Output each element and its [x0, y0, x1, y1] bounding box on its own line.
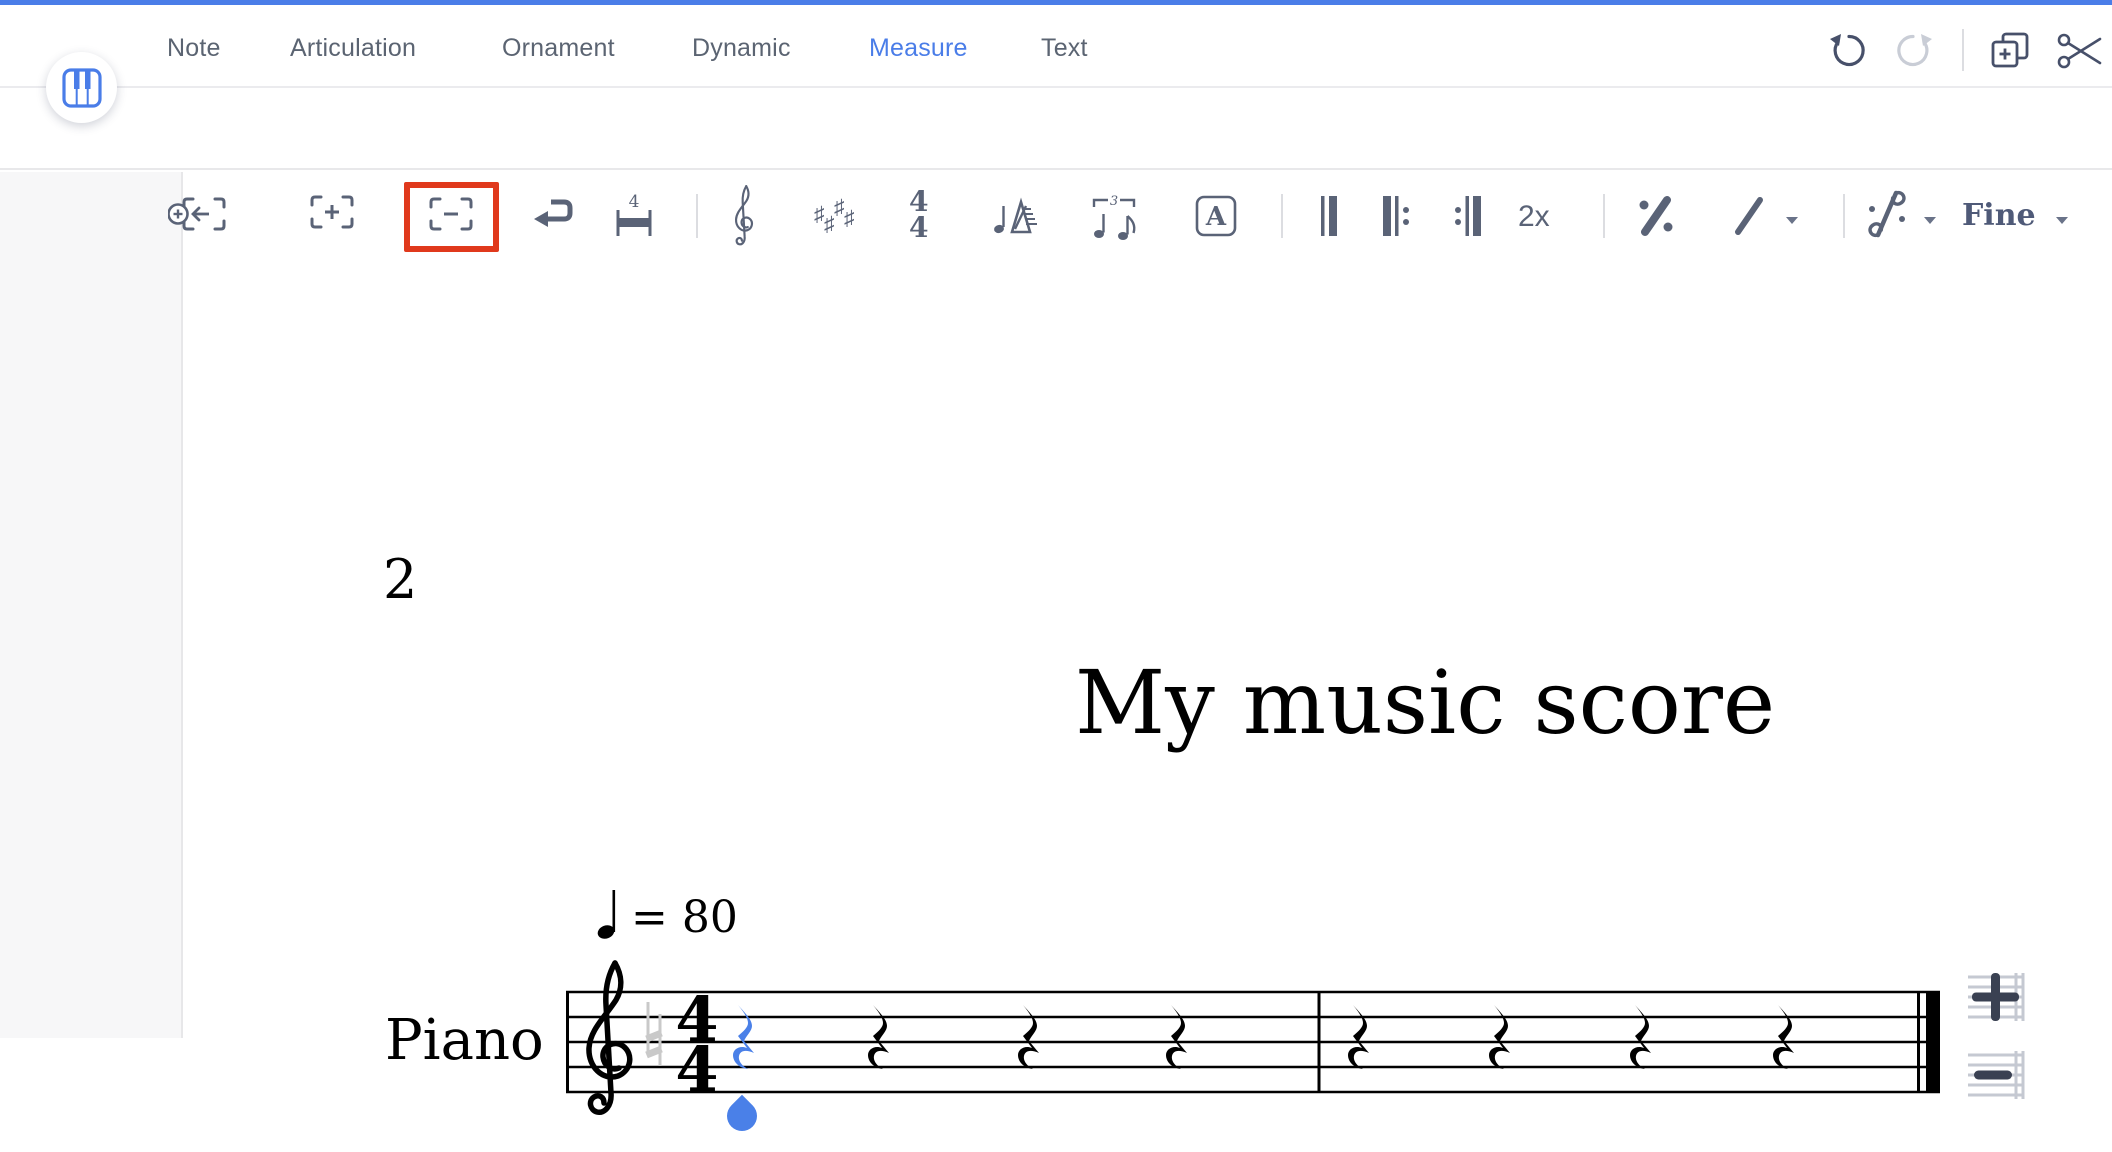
- top-divider: [1962, 29, 1964, 71]
- fine-button[interactable]: Fine: [1962, 198, 2036, 233]
- quarter-rest[interactable]: [1348, 1005, 1369, 1069]
- quarter-rest[interactable]: [1489, 1005, 1510, 1069]
- add-measure-icon: [310, 194, 354, 230]
- quarter-rest[interactable]: [1773, 1005, 1794, 1069]
- clef-button[interactable]: [731, 183, 757, 256]
- insert-measure-before-icon: [168, 194, 228, 234]
- tab-dynamic[interactable]: Dynamic: [692, 34, 791, 63]
- insert-measure-before-button[interactable]: [168, 194, 228, 239]
- repeat-times-button[interactable]: 2x: [1518, 200, 1550, 234]
- measure-toolbar: 4 ♯ ♯ ♯ ♯ 4 4: [0, 88, 2112, 170]
- repeat-measure-button[interactable]: [1633, 194, 1679, 243]
- tab-articulation[interactable]: Articulation: [290, 34, 416, 63]
- quarter-rest[interactable]: [1166, 1005, 1187, 1069]
- triplet-icon: 3: [1091, 194, 1139, 242]
- toolbar-divider: [1843, 194, 1845, 238]
- metronome-icon: [992, 194, 1040, 238]
- score-title[interactable]: My music score: [1050, 655, 1800, 752]
- undo-button[interactable]: [1828, 29, 1868, 74]
- tempo-value: = 80: [631, 896, 738, 940]
- delete-measure-button[interactable]: [1966, 1050, 2028, 1105]
- final-barline-thin[interactable]: [1917, 992, 1920, 1092]
- quarter-rest[interactable]: [868, 1005, 889, 1069]
- key-signature-icon: ♯ ♯ ♯ ♯: [812, 194, 866, 240]
- chevron-down-icon: [2054, 215, 2070, 225]
- toolbar-divider: [1281, 194, 1283, 238]
- repeat-start-barline-button[interactable]: [1380, 194, 1412, 243]
- quarter-note-icon: [597, 882, 623, 942]
- repeat-end-icon: [1452, 194, 1484, 238]
- fine-dropdown-caret[interactable]: [2054, 212, 2070, 230]
- slash-icon: [1729, 194, 1769, 238]
- tempo-marking[interactable]: = 80: [597, 882, 738, 942]
- chevron-down-icon: [1784, 215, 1800, 225]
- toolbar-divider: [1603, 194, 1605, 238]
- remove-measure-button[interactable]: [429, 196, 473, 237]
- staff: 4 4: [560, 942, 1950, 1152]
- repeat-start-icon: [1380, 194, 1412, 238]
- time-signature[interactable]: 4 4: [675, 983, 718, 1106]
- tab-measure[interactable]: Measure: [869, 34, 968, 63]
- add-measure-button[interactable]: [310, 194, 354, 235]
- multimeasure-rest-icon: 4: [612, 194, 656, 240]
- redo-button[interactable]: [1894, 29, 1934, 74]
- tab-ornament[interactable]: Ornament: [502, 34, 615, 63]
- text-frame-button[interactable]: A: [1194, 194, 1238, 243]
- duplicate-icon: [1988, 29, 2034, 73]
- double-barline-button[interactable]: [1316, 194, 1342, 243]
- page-number[interactable]: 2: [383, 548, 417, 611]
- remove-measure-icon: [429, 196, 473, 232]
- time-signature-button[interactable]: 4 4: [909, 189, 928, 241]
- piano-icon: [62, 68, 102, 108]
- multimeasure-rest-button[interactable]: 4: [612, 194, 656, 245]
- staff-lines: [566, 992, 1940, 1092]
- double-barline-icon: [1316, 194, 1342, 238]
- chevron-down-icon: [1922, 215, 1938, 225]
- toolbar-divider: [696, 194, 698, 238]
- quarter-rest-selected[interactable]: [733, 1005, 754, 1069]
- segno-button[interactable]: [1866, 188, 1908, 245]
- return-arrow-icon: [531, 194, 575, 234]
- slash-notation-button[interactable]: [1729, 194, 1769, 243]
- append-measure-button[interactable]: [1966, 972, 2028, 1027]
- text-frame-icon: A: [1194, 194, 1238, 238]
- piano-keyboard-toggle[interactable]: [46, 52, 117, 123]
- segno-dropdown-caret[interactable]: [1922, 212, 1938, 230]
- repeat-end-barline-button[interactable]: [1452, 194, 1484, 243]
- quarter-rest[interactable]: [1630, 1005, 1651, 1069]
- svg-text:A: A: [1205, 202, 1227, 232]
- svg-text:♯: ♯: [844, 207, 855, 230]
- scissors-icon: [2056, 32, 2102, 70]
- tab-note[interactable]: Note: [167, 34, 221, 63]
- tuplet-button[interactable]: 3: [1091, 194, 1139, 247]
- append-measure-icon: [1966, 972, 2028, 1022]
- score-canvas: 2 My music score = 80 Piano: [0, 172, 2112, 1038]
- time-signature-bottom: 4: [909, 215, 928, 241]
- cut-button[interactable]: [2056, 32, 2102, 75]
- ghost-natural-accidental: [647, 1002, 662, 1066]
- left-sidebar: [0, 172, 183, 1038]
- treble-clef-icon: [731, 183, 757, 251]
- duplicate-button[interactable]: [1988, 29, 2034, 78]
- undo-icon: [1828, 29, 1868, 69]
- final-barline-thick[interactable]: [1926, 992, 1940, 1092]
- system-break-button[interactable]: [531, 194, 575, 239]
- quarter-rest[interactable]: [1018, 1005, 1039, 1069]
- multimeasure-rest-count: 4: [629, 194, 640, 212]
- tempo-mark-button[interactable]: [992, 194, 1040, 243]
- tab-text[interactable]: Text: [1041, 34, 1088, 63]
- start-barline: [566, 992, 569, 1092]
- top-accent-bar: [0, 0, 2112, 5]
- slash-dropdown-caret[interactable]: [1784, 212, 1800, 230]
- delete-measure-icon: [1966, 1050, 2028, 1100]
- repeat-measure-icon: [1633, 194, 1679, 238]
- segno-icon: [1866, 188, 1908, 240]
- svg-text:4: 4: [675, 1033, 718, 1106]
- redo-icon: [1894, 29, 1934, 69]
- measure-barline[interactable]: [1318, 992, 1321, 1092]
- svg-text:3: 3: [1110, 194, 1118, 209]
- instrument-label[interactable]: Piano: [385, 1008, 544, 1073]
- key-signature-button[interactable]: ♯ ♯ ♯ ♯: [812, 194, 866, 245]
- tab-bar: Note Articulation Ornament Dynamic Measu…: [0, 5, 2112, 88]
